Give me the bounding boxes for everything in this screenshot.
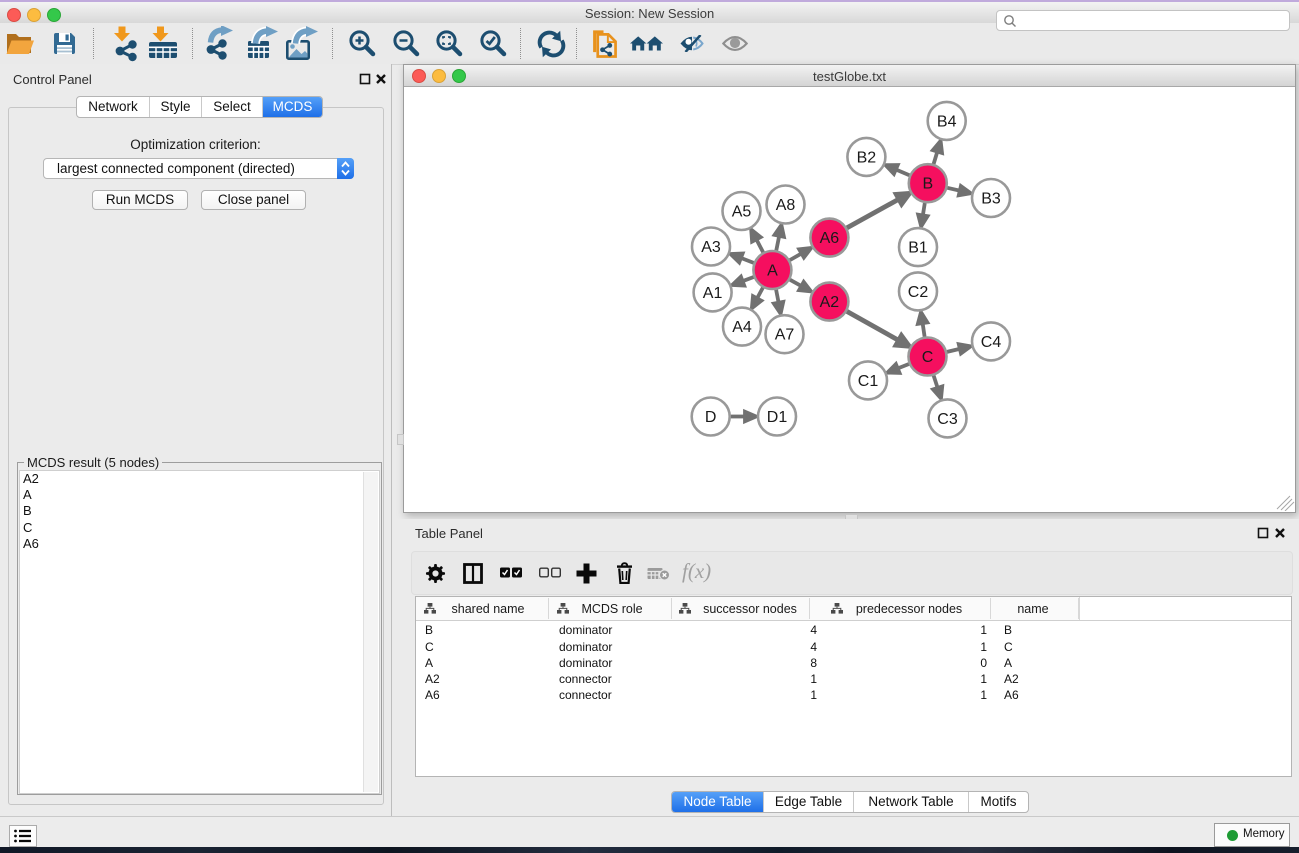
svg-text:C4: C4: [981, 334, 1002, 351]
svg-text:C2: C2: [908, 284, 929, 301]
svg-text:A: A: [767, 263, 778, 280]
svg-text:B: B: [922, 176, 933, 193]
svg-text:A4: A4: [732, 319, 752, 336]
svg-text:D: D: [705, 409, 717, 426]
svg-text:A8: A8: [776, 197, 796, 214]
svg-text:D1: D1: [767, 409, 788, 426]
svg-text:A7: A7: [775, 327, 795, 344]
svg-text:C3: C3: [937, 411, 958, 428]
svg-text:B4: B4: [937, 113, 957, 130]
svg-text:C: C: [922, 349, 934, 366]
svg-text:C1: C1: [858, 373, 879, 390]
svg-text:A3: A3: [701, 239, 721, 256]
svg-text:B1: B1: [908, 240, 928, 257]
svg-text:B3: B3: [981, 191, 1001, 208]
svg-text:B2: B2: [857, 149, 877, 166]
svg-text:A6: A6: [820, 230, 840, 247]
svg-text:A2: A2: [820, 294, 840, 311]
svg-text:A1: A1: [703, 285, 723, 302]
svg-text:A5: A5: [732, 204, 752, 221]
